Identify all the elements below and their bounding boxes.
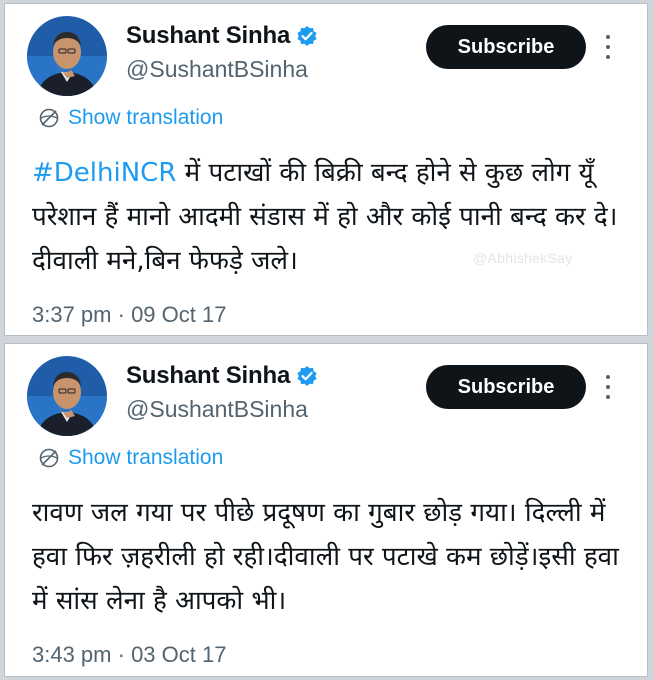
- tweet-timestamp[interactable]: 3:37 pm · 09 Oct 17: [32, 302, 226, 328]
- tweet-date[interactable]: 09 Oct 17: [131, 302, 226, 327]
- show-translation-label[interactable]: Show translation: [68, 446, 223, 470]
- tweet-time[interactable]: 3:37 pm: [32, 302, 112, 327]
- more-vertical-icon[interactable]: [602, 369, 614, 405]
- show-translation-link[interactable]: Show translation: [38, 106, 223, 130]
- author-name[interactable]: Sushant Sinha: [126, 22, 318, 50]
- tweet-card: Sushant Sinha @SushantBSinha Subscribe S…: [4, 343, 648, 677]
- tweet-date[interactable]: 03 Oct 17: [131, 642, 226, 667]
- avatar[interactable]: [27, 16, 107, 96]
- author-handle[interactable]: @SushantBSinha: [126, 56, 308, 83]
- author-name[interactable]: Sushant Sinha: [126, 362, 318, 390]
- tweet-timestamp[interactable]: 3:43 pm · 03 Oct 17: [32, 642, 226, 668]
- show-translation-link[interactable]: Show translation: [38, 446, 223, 470]
- verified-badge-icon: [296, 25, 318, 47]
- timestamp-separator: ·: [111, 302, 132, 327]
- author-name-text[interactable]: Sushant Sinha: [126, 22, 290, 50]
- more-vertical-icon[interactable]: [602, 29, 614, 65]
- globe-icon: [38, 447, 60, 469]
- tweet-card: Sushant Sinha @SushantBSinha Subscribe S…: [4, 3, 648, 336]
- subscribe-button[interactable]: Subscribe: [426, 25, 586, 69]
- globe-icon: [38, 107, 60, 129]
- author-name-text[interactable]: Sushant Sinha: [126, 362, 290, 390]
- timestamp-separator: ·: [111, 642, 132, 667]
- subscribe-button[interactable]: Subscribe: [426, 365, 586, 409]
- avatar[interactable]: [27, 356, 107, 436]
- author-handle[interactable]: @SushantBSinha: [126, 396, 308, 423]
- verified-badge-icon: [296, 365, 318, 387]
- hashtag-link[interactable]: #DelhiNCR: [32, 158, 176, 188]
- watermark: @AbhishekSay: [473, 250, 573, 266]
- show-translation-label[interactable]: Show translation: [68, 106, 223, 130]
- tweet-text: रावण जल गया पर पीछे प्रदूषण का गुबार छोड…: [32, 498, 619, 616]
- tweet-time[interactable]: 3:43 pm: [32, 642, 112, 667]
